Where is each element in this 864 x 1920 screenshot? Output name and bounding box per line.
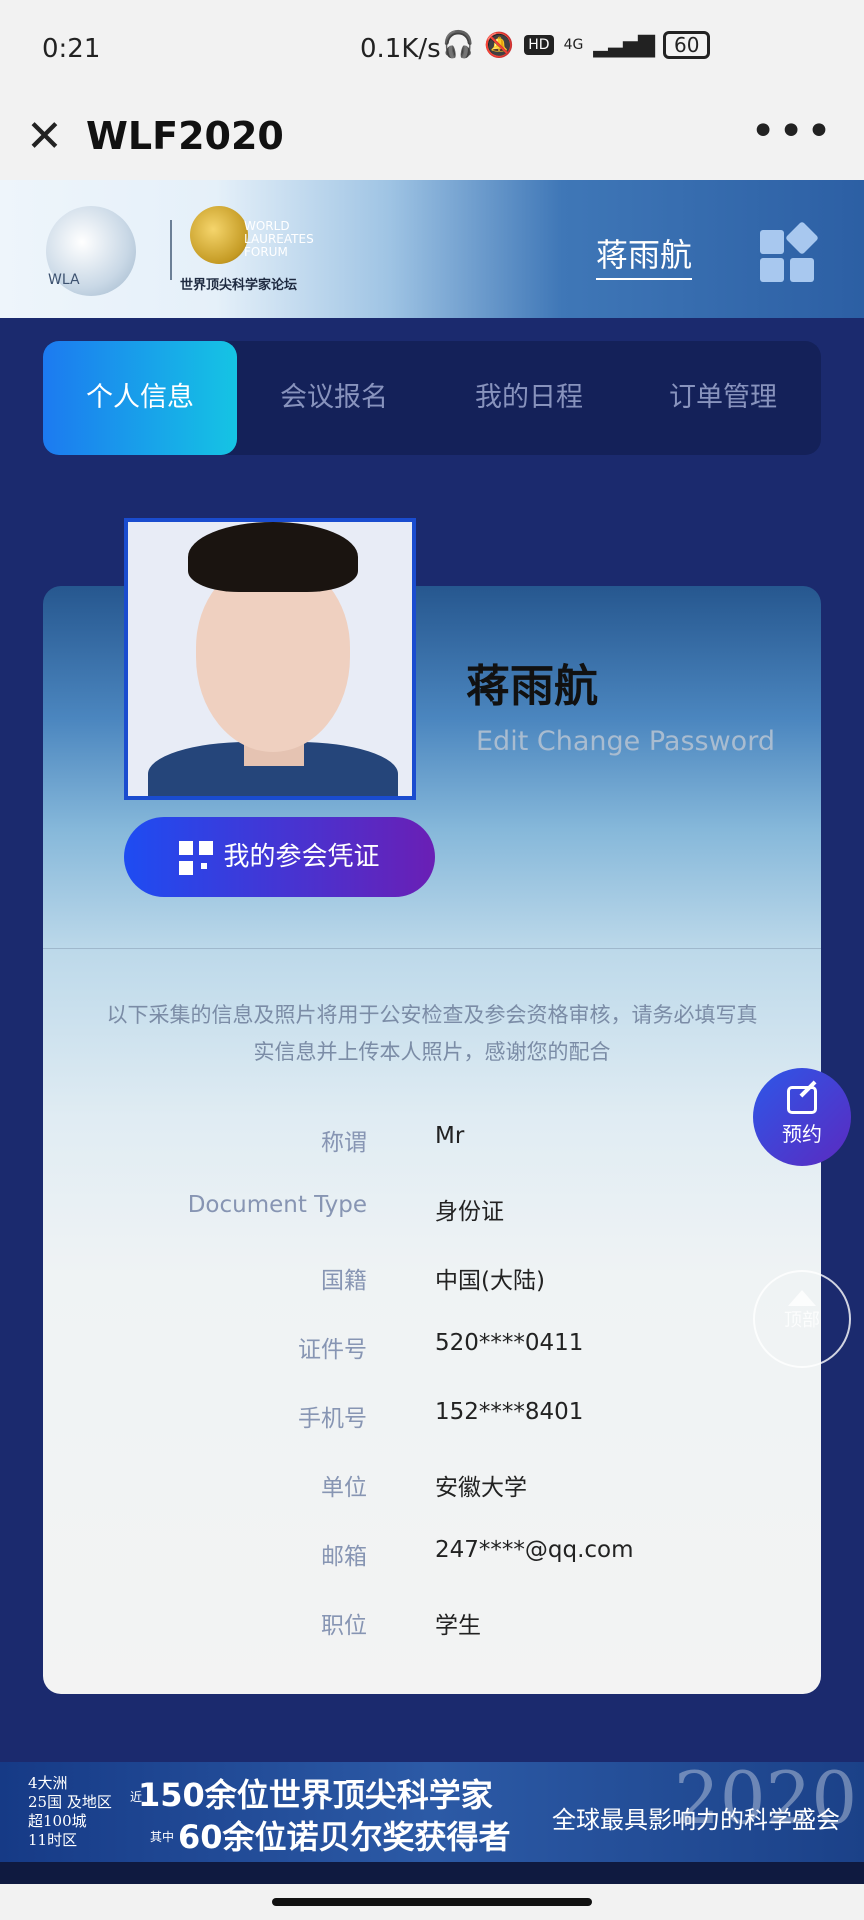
ad-small-text: 其中	[150, 1830, 175, 1844]
wlf-logo-text: WORLD LAUREATES FORUM	[244, 219, 314, 259]
gesture-bar-area	[0, 1884, 864, 1920]
field-label: 手机号	[298, 1406, 367, 1432]
edit-link[interactable]: Edit	[476, 726, 528, 757]
wlf-logo	[190, 206, 248, 264]
title-bar: ✕ WLF2020 •••	[0, 100, 864, 180]
tab-conference-registration[interactable]: 会议报名	[237, 341, 431, 455]
tab-my-schedule[interactable]: 我的日程	[432, 341, 626, 455]
wla-logo-text: WLA	[48, 272, 80, 288]
arrow-up-icon	[788, 1290, 816, 1306]
field-row-email: 邮箱 247****@qq.com	[43, 1537, 821, 1577]
tab-bar: 个人信息 会议报名 我的日程 订单管理	[43, 341, 821, 455]
field-label: 称谓	[321, 1130, 367, 1156]
credential-button-label: 我的参会凭证	[223, 842, 380, 872]
ad-headline-2: 60余位诺贝尔奖获得者	[178, 1818, 511, 1856]
field-label: 邮箱	[321, 1544, 367, 1570]
field-row-phone: 手机号 152****8401	[43, 1399, 821, 1439]
photo-hair	[188, 522, 358, 592]
field-row-id-number: 证件号 520****0411	[43, 1330, 821, 1370]
ad-stat-line: 4大洲	[28, 1774, 68, 1792]
hd-icon: HD	[524, 35, 554, 55]
field-value: 学生	[435, 1613, 481, 1639]
tab-order-management[interactable]: 订单管理	[626, 341, 820, 455]
field-value: 安徽大学	[435, 1475, 527, 1501]
field-row-title: 称谓 Mr	[43, 1123, 821, 1163]
ad-headline-1: 150余位世界顶尖科学家	[138, 1776, 493, 1814]
field-row-position: 职位 学生	[43, 1606, 821, 1646]
signal-icon: 4G	[563, 37, 584, 53]
mute-bell-icon: 🔕	[484, 31, 515, 59]
ad-stat-line: 超100城	[28, 1812, 87, 1830]
field-label: 国籍	[321, 1268, 367, 1294]
back-to-top-button[interactable]: 顶部	[753, 1270, 851, 1368]
status-time: 0:21	[42, 34, 101, 64]
back-to-top-label: 顶部	[784, 1310, 820, 1331]
ad-tagline: 全球最具影响力的科学盛会	[552, 1806, 840, 1834]
qr-code-icon	[179, 840, 214, 875]
field-value: Mr	[435, 1123, 465, 1149]
menu-grid-icon[interactable]	[760, 221, 819, 282]
user-name-link[interactable]: 蒋雨航	[596, 230, 693, 280]
status-icons: 🎧 🔕 HD 4G ▂▃▅▇ 60	[442, 30, 711, 60]
bottom-strip	[0, 1862, 864, 1884]
bottom-ad-banner[interactable]: 4大洲 25国 及地区 超100城 11时区 近 150余位世界顶尖科学家 其中…	[0, 1762, 864, 1862]
field-value: 152****8401	[435, 1399, 584, 1425]
ad-stat-line: 25国 及地区	[28, 1793, 112, 1811]
field-row-organization: 单位 安徽大学	[43, 1468, 821, 1508]
signal-bars-icon: ▂▃▅▇	[593, 32, 655, 58]
field-label: 证件号	[298, 1337, 367, 1363]
credential-button[interactable]: 我的参会凭证	[124, 817, 435, 897]
wlf-logo-subtitle: 世界顶尖科学家论坛	[180, 278, 298, 293]
field-value: 中国(大陆)	[435, 1268, 545, 1294]
network-speed: 0.1K/s	[360, 34, 441, 64]
field-label: 职位	[321, 1613, 367, 1639]
field-row-nationality: 国籍 中国(大陆)	[43, 1261, 821, 1301]
status-bar: 0:21 0.1K/s 🎧 🔕 HD 4G ▂▃▅▇ 60	[0, 0, 864, 100]
field-value: 身份证	[435, 1199, 504, 1225]
headset-icon: 🎧	[442, 30, 475, 60]
field-row-document-type: Document Type 身份证	[43, 1192, 821, 1232]
header-banner: WLA WORLD LAUREATES FORUM 世界顶尖科学家论坛 蒋雨航	[0, 180, 864, 318]
more-icon[interactable]: •••	[750, 106, 834, 157]
ad-stats: 4大洲 25国 及地区 超100城 11时区	[28, 1774, 112, 1850]
change-password-link[interactable]: Change Password	[537, 726, 775, 757]
ad-stat-line: 11时区	[28, 1831, 78, 1849]
info-notice: 以下采集的信息及照片将用于公安检查及参会资格审核，请务必填写真实信息并上传本人照…	[106, 1003, 758, 1064]
field-value: 247****@qq.com	[435, 1537, 634, 1563]
field-value: 520****0411	[435, 1330, 584, 1356]
close-icon[interactable]: ✕	[26, 112, 63, 162]
home-indicator[interactable]	[272, 1898, 592, 1906]
tab-personal-info[interactable]: 个人信息	[43, 341, 237, 455]
battery-icon: 60	[663, 31, 711, 59]
card-divider	[43, 948, 821, 949]
page-title: WLF2020	[86, 114, 284, 158]
profile-name: 蒋雨航	[466, 661, 598, 712]
logo-divider	[170, 220, 172, 280]
edit-icon	[787, 1086, 817, 1114]
profile-photo[interactable]	[124, 518, 416, 800]
field-label: Document Type	[187, 1192, 367, 1218]
profile-links: Edit Change Password	[476, 726, 775, 757]
reserve-button[interactable]: 预约	[753, 1068, 851, 1166]
reserve-label: 预约	[782, 1122, 822, 1146]
field-label: 单位	[321, 1475, 367, 1501]
